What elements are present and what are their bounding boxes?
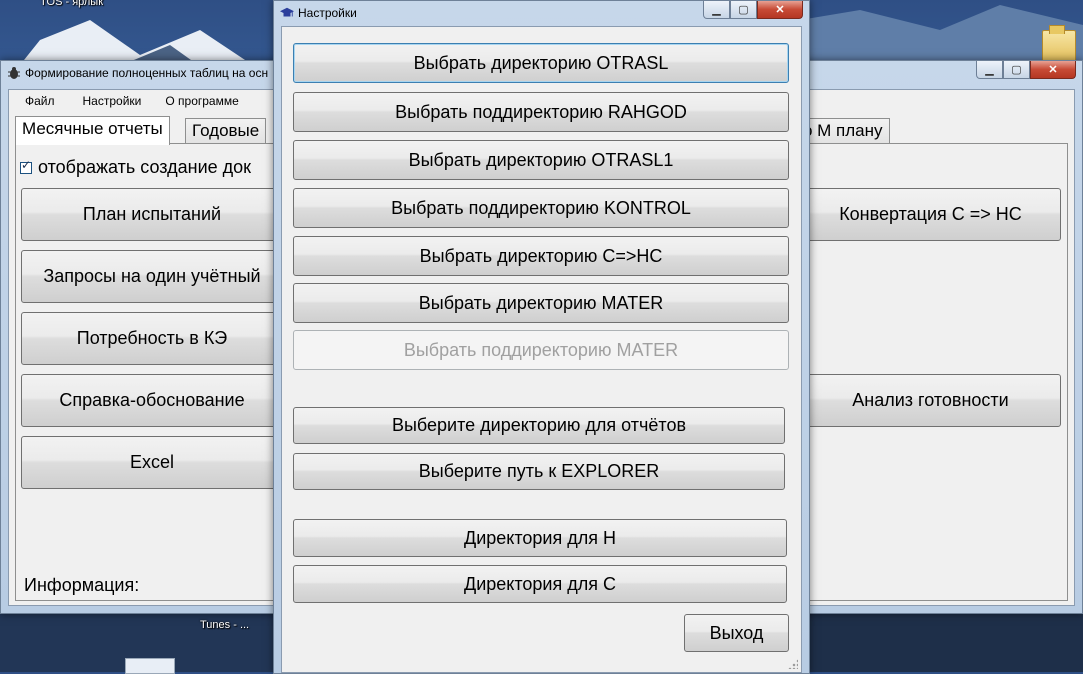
graduation-cap-icon: [280, 6, 294, 20]
tab-monthly-reports[interactable]: Месячные отчеты: [15, 116, 170, 145]
bug-icon: [7, 66, 21, 80]
maximize-icon: ▢: [738, 4, 749, 16]
minimize-icon: ▁: [985, 64, 994, 76]
select-mater-subdir-button: Выбрать поддиректорию MATER: [293, 330, 789, 370]
close-icon: ✕: [775, 4, 785, 16]
readiness-analysis-button[interactable]: Анализ готовности: [800, 374, 1061, 427]
justification-button[interactable]: Справка-обоснование: [21, 374, 283, 427]
tab-yearly[interactable]: Годовые: [185, 118, 267, 143]
select-kontrol-button[interactable]: Выбрать поддиректорию KONTROL: [293, 188, 789, 228]
select-rahgod-button[interactable]: Выбрать поддиректорию RAHGOD: [293, 92, 789, 132]
desktop-shortcut-label[interactable]: TOS - ярлык: [40, 0, 103, 8]
select-otrasl1-button[interactable]: Выбрать директорию OTRASL1: [293, 140, 789, 180]
select-c-hc-button[interactable]: Выбрать директорию C=>HC: [293, 236, 789, 276]
taskbar-label[interactable]: Tunes - ...: [200, 619, 249, 631]
select-mater-button[interactable]: Выбрать директорию MATER: [293, 283, 789, 323]
directory-h-button[interactable]: Директория для Н: [293, 519, 787, 557]
maximize-icon: ▢: [1011, 64, 1022, 76]
settings-titlebar[interactable]: Настройки ▁ ▢ ✕: [274, 1, 809, 25]
ke-demand-button[interactable]: Потребность в КЭ: [21, 312, 283, 365]
show-document-creation-checkbox[interactable]: отображать создание док: [20, 157, 251, 178]
close-button[interactable]: ✕: [1030, 61, 1076, 79]
menu-about[interactable]: О программе: [151, 90, 248, 112]
select-otrasl-button[interactable]: Выбрать директорию OTRASL: [293, 43, 789, 83]
tab-by-m-plan[interactable]: о М плану: [796, 118, 890, 143]
information-label: Информация:: [24, 575, 140, 595]
settings-close-button[interactable]: ✕: [757, 1, 803, 19]
close-icon: ✕: [1048, 64, 1058, 76]
menu-file[interactable]: Файл: [9, 90, 69, 112]
settings-minimize-button[interactable]: ▁: [703, 1, 730, 19]
checkbox-checked-icon[interactable]: [20, 158, 32, 174]
menu-settings[interactable]: Настройки: [69, 90, 152, 112]
requests-button[interactable]: Запросы на один учётный: [21, 250, 283, 303]
reports-directory-button[interactable]: Выберите директорию для отчётов: [293, 407, 785, 444]
settings-maximize-button[interactable]: ▢: [730, 1, 757, 19]
convert-button[interactable]: Конвертация С => НС: [800, 188, 1061, 241]
minimize-icon: ▁: [712, 4, 721, 16]
settings-title: Настройки: [298, 6, 357, 20]
test-plan-button[interactable]: План испытаний: [21, 188, 283, 241]
explorer-path-button[interactable]: Выберите путь к EXPLORER: [293, 453, 785, 490]
main-window-title: Формирование полноценных таблиц на осн: [25, 66, 269, 80]
exit-button[interactable]: Выход: [684, 614, 789, 652]
maximize-button[interactable]: ▢: [1003, 61, 1030, 79]
checkbox-label: отображать создание док: [38, 157, 252, 177]
directory-c-button[interactable]: Директория для С: [293, 565, 787, 603]
minimize-button[interactable]: ▁: [976, 61, 1003, 79]
excel-button[interactable]: Excel: [21, 436, 283, 489]
resize-grip-icon[interactable]: [788, 659, 798, 669]
